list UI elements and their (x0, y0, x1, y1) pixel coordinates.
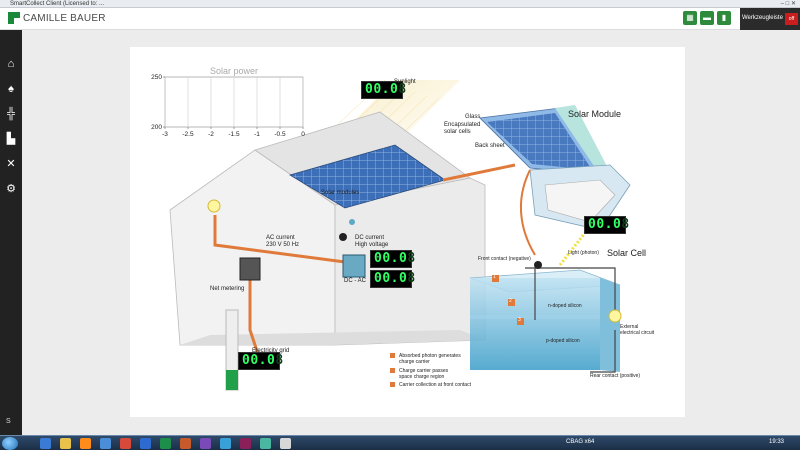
label-n-doped: n-doped silicon (548, 303, 582, 309)
taskbar-player-icon[interactable] (80, 438, 91, 449)
step-number-1: 1 (493, 274, 496, 280)
house (169, 111, 486, 346)
chart-x-tick-label: -0.5 (274, 131, 286, 138)
taskbar-folder-icon[interactable] (60, 438, 71, 449)
dc-current-display: 00.08 (370, 250, 416, 268)
taskbar-outlook-icon[interactable] (220, 438, 231, 449)
legend-item-1b: charge carrier (399, 359, 430, 365)
dc-current-ghost-digit: 8 (407, 251, 416, 266)
label-dc-current: DC current (355, 235, 385, 241)
label-high-voltage: High voltage (355, 242, 389, 248)
ac-output-value: 00.0 (374, 271, 408, 286)
label-ac-current: AC current (266, 235, 295, 241)
taskbar-explorer-icon[interactable] (280, 438, 291, 449)
label-front-contact: Front contact (negative) (478, 256, 531, 262)
label-rear-contact: Rear contact (positive) (590, 373, 641, 379)
legend-marker-3 (390, 382, 395, 387)
grid-display: 00.08 (238, 352, 284, 370)
house-bulb-icon (207, 199, 221, 213)
label-glass: Glass (465, 114, 481, 120)
dc-current-value: 00.0 (374, 251, 408, 266)
label-sunlight: Sunlight (394, 79, 416, 85)
label-external-circuit: electrical circuit (620, 330, 655, 336)
plus-marker-icon (349, 219, 355, 225)
chart-x-tick-label: -1.5 (228, 131, 240, 138)
label-encapsulated: Encapsulated (444, 122, 481, 128)
label-solar-cells: solar cells (444, 129, 471, 135)
start-button[interactable] (2, 437, 18, 450)
label-solar-module: Solar Module (568, 109, 622, 119)
legend-item-2b: space charge region (399, 374, 445, 380)
os-taskbar: CBAG x64 19:33 (0, 435, 800, 450)
taskbar-word-icon[interactable] (140, 438, 151, 449)
label-solar-modules: Solar modules (321, 190, 360, 196)
net-meter-icon (239, 257, 261, 281)
minus-marker-icon (339, 233, 347, 241)
chart-x-tick-label: -2.5 (182, 131, 194, 138)
label-solar-cell: Solar Cell (607, 248, 647, 258)
step-number-3: 3 (518, 317, 521, 323)
ac-output-ghost-digit: 8 (407, 271, 416, 286)
chart-title: Solar power (210, 66, 258, 76)
label-p-doped: p-doped silicon (546, 338, 580, 344)
taskbar-ie-icon[interactable] (40, 438, 51, 449)
circuit-bulb-icon (608, 309, 622, 323)
taskbar-ppt-icon[interactable] (180, 438, 191, 449)
solar-power-chart: Solar power -3 -2.5 -2 -1.5 -1 -0.5 0 250 200 (151, 66, 305, 138)
taskbar-tool-icon[interactable] (240, 438, 251, 449)
step-number-2: 2 (509, 298, 512, 304)
photon-value: 00.0 (588, 217, 622, 232)
taskbar-smartcollect-icon[interactable] (260, 438, 271, 449)
chart-y-tick-label: 200 (151, 124, 162, 131)
label-light-photon: Light (photon) (568, 250, 599, 256)
grid-gauge-fill (226, 370, 238, 390)
label-back-sheet: Back sheet (475, 143, 505, 149)
ac-output-display: 00.08 (370, 270, 416, 288)
solar-cell-block (469, 269, 621, 372)
label-dc-ac: DC - AC (344, 278, 367, 284)
label-ac-spec: 230 V 50 Hz (266, 242, 300, 248)
tray-text: CBAG x64 (566, 439, 595, 445)
chart-x-tick-label: -3 (162, 131, 168, 138)
minus-marker-cell-icon (534, 261, 542, 269)
legend-item-3: Carrier collection at front contact (399, 382, 471, 388)
chart-y-tick-label: 250 (151, 74, 162, 81)
label-electricity-grid: Electricity grid (252, 348, 290, 354)
legend-marker-2 (390, 368, 395, 373)
grid-value: 00.0 (242, 353, 276, 368)
chart-x-tick-label: 0 (301, 131, 305, 138)
inverter-icon (342, 254, 366, 278)
chart-x-tick-label: -2 (208, 131, 214, 138)
legend-marker-1 (390, 353, 395, 358)
taskbar-onenote-icon[interactable] (200, 438, 211, 449)
chart-x-tick-label: -1 (254, 131, 260, 138)
photon-ghost-digit: 8 (621, 217, 630, 232)
taskbar-excel-icon[interactable] (160, 438, 171, 449)
system-clock: 19:33 (768, 439, 784, 445)
photon-display: 00.08 (584, 216, 630, 234)
taskbar-pdf-icon[interactable] (120, 438, 131, 449)
taskbar-app-icon[interactable] (100, 438, 111, 449)
grid-ghost-digit: 8 (275, 353, 284, 368)
label-net-metering: Net metering (210, 286, 245, 292)
